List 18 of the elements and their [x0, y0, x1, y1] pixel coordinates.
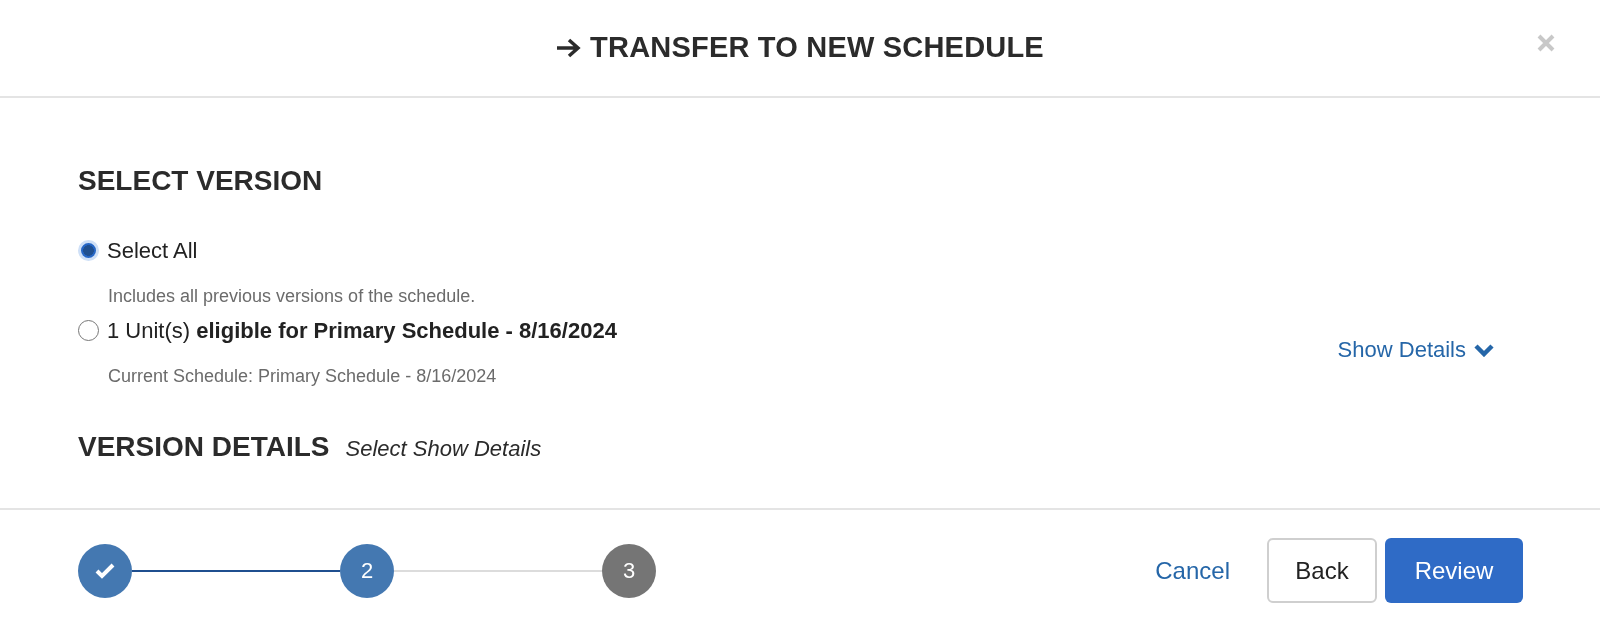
- arrow-icon: [556, 37, 583, 59]
- step-circle: 2: [340, 543, 394, 598]
- section-heading: VERSION DETAILS: [78, 429, 330, 464]
- check-icon: [94, 561, 116, 580]
- hint-text: Select Show Details: [345, 434, 542, 463]
- show-details-link[interactable]: Show Details: [1337, 333, 1494, 367]
- radio-button[interactable]: [78, 319, 99, 341]
- option-label[interactable]: Select All: [107, 233, 198, 267]
- cancel-link[interactable]: Cancel: [1142, 545, 1243, 596]
- step-circle: 3: [602, 543, 656, 598]
- option-label[interactable]: 1 Unit(s) eligible for Primary Schedule - 8/16/2024: [107, 313, 617, 347]
- back-button[interactable]: Back: [1267, 538, 1377, 603]
- review-button[interactable]: Review: [1385, 538, 1523, 603]
- option-description: Includes all previous versions of the schedule.: [108, 284, 476, 308]
- dialog-title: TRANSFER TO NEW SCHEDULE: [590, 30, 1044, 66]
- option-description: Current Schedule: Primary Schedule - 8/16/2024: [108, 364, 498, 388]
- chevron-down-icon: [1474, 342, 1494, 357]
- section-heading: SELECT VERSION: [78, 164, 324, 198]
